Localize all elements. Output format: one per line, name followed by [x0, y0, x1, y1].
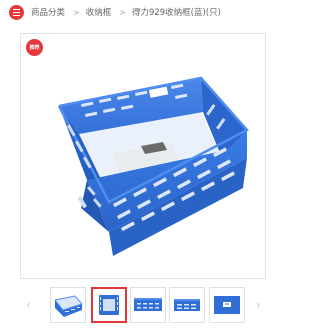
breadcrumb-item-current-product: 得力929收纳框(蓝)(只) [131, 8, 221, 18]
thumbnail-basket-image [134, 298, 162, 311]
thumbnail-4[interactable] [169, 287, 205, 323]
thumbnail-2[interactable] [91, 287, 127, 323]
thumbnail-basket-image [214, 296, 240, 314]
main-product-image[interactable]: 推荐 [20, 33, 266, 279]
chevron-right-icon[interactable]: › [256, 298, 261, 312]
thumbnail-basket-image [99, 295, 119, 315]
menu-list-icon[interactable] [9, 4, 24, 20]
thumbnail-3[interactable] [130, 287, 166, 323]
breadcrumb-chevron-icon: > [73, 7, 80, 17]
breadcrumb-item-category[interactable]: 商品分类 [31, 6, 65, 18]
thumbnail-5[interactable] [209, 287, 245, 323]
breadcrumb: 商品分类 > 收纳框 > 得力929收纳框(蓝)(只) [0, 0, 280, 24]
thumbnail-1[interactable] [50, 287, 86, 323]
breadcrumb-chevron-icon: > [119, 7, 126, 17]
recommend-badge: 推荐 [26, 39, 43, 56]
thumbnail-basket-image [54, 295, 83, 317]
thumbnail-basket-image [174, 299, 200, 311]
storage-basket-image [57, 76, 249, 256]
breadcrumb-item-storage-box[interactable]: 收纳框 [86, 6, 112, 18]
thumbnail-gallery: ‹ › [20, 287, 266, 327]
chevron-left-icon[interactable]: ‹ [26, 298, 31, 312]
